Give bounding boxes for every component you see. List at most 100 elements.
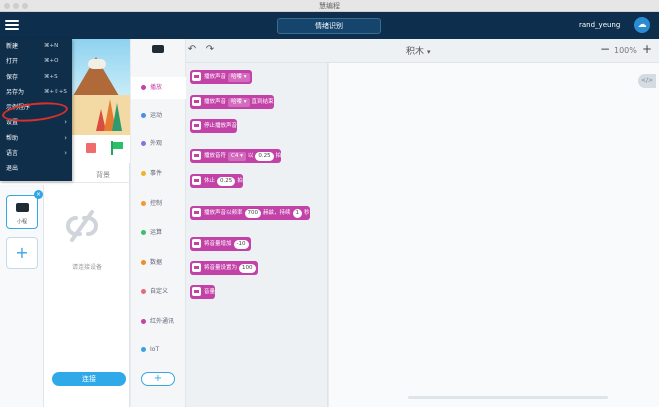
zoom-out-icon[interactable]: −	[600, 42, 610, 56]
window-title: 慧编程	[319, 2, 340, 10]
username-label[interactable]: rand_yeung	[579, 21, 620, 29]
code-block[interactable]: 将音量设置为 100	[190, 261, 258, 275]
category-label: 数据	[150, 259, 163, 266]
green-flag-icon[interactable]	[110, 141, 124, 155]
category-item[interactable]: 运算	[131, 222, 186, 244]
category-label: 控制	[150, 200, 163, 207]
block-number-input[interactable]: 0.25	[217, 176, 236, 186]
block-text: 将音量增加	[204, 241, 232, 247]
device-card[interactable]: 小程	[6, 195, 38, 229]
block-number-input[interactable]: 100	[239, 263, 256, 273]
category-item[interactable]: 自定义	[131, 281, 186, 303]
file-menu-item[interactable]: 帮助 ›	[0, 131, 72, 146]
block-number-input[interactable]: 700	[244, 208, 262, 218]
file-menu-item-label: 打开	[6, 58, 19, 66]
block-categories: + 播放运动外观事件控制运算数据自定义红外通讯 IoT	[131, 39, 186, 407]
zoom-in-icon[interactable]: +	[642, 42, 652, 56]
speaker-icon	[192, 262, 201, 272]
category-dot-icon	[141, 319, 146, 324]
code-block[interactable]: 休止 0.25 拍	[190, 174, 243, 188]
category-item[interactable]: 事件	[131, 163, 186, 185]
category-item[interactable]: 红外通讯	[131, 311, 186, 333]
speaker-icon	[192, 238, 201, 248]
undo-icon[interactable]: ↶	[186, 44, 198, 56]
stop-icon[interactable]	[86, 143, 96, 153]
block-dropdown[interactable]: C4 ▾	[228, 151, 246, 161]
file-menu-item-label: 语言	[6, 150, 19, 158]
category-item[interactable]: 控制	[131, 193, 186, 215]
category-dot-icon	[141, 113, 146, 118]
stage-cloud	[88, 59, 106, 69]
code-block[interactable]: 播放声音以频率 700 赫兹，持续 1 秒	[190, 206, 310, 220]
file-menu-item[interactable]: 新建 ⌘+N	[0, 39, 72, 54]
file-menu-item[interactable]: 语言 ›	[0, 146, 72, 161]
code-block[interactable]: 播放声音 哈喽 ▾	[190, 70, 252, 84]
category-item[interactable]: IoT	[131, 339, 186, 361]
category-dot-icon	[141, 141, 146, 146]
add-extension-button[interactable]: +	[141, 372, 175, 386]
code-block[interactable]: 音量	[190, 285, 216, 299]
category-item[interactable]: 外观	[131, 133, 186, 155]
category-item[interactable]: 运动	[131, 105, 186, 127]
code-block[interactable]: 播放音符 C4 ▾ 以 0.25 拍	[190, 149, 282, 163]
category-item[interactable]: 数据	[131, 252, 186, 274]
category-item[interactable]: 播放	[131, 77, 186, 99]
chevron-right-icon: ›	[64, 118, 67, 127]
disconnected-link-icon	[66, 210, 98, 242]
category-dot-icon	[141, 289, 146, 294]
device-list: 小程 × +	[0, 185, 44, 407]
script-workspace[interactable]	[329, 63, 659, 407]
code-block[interactable]: 播放声音 哈喽 ▾ 直到结束	[190, 95, 274, 109]
speaker-icon	[192, 71, 201, 81]
block-number-input[interactable]: 0.25	[255, 151, 274, 161]
category-dot-icon	[141, 171, 146, 176]
category-label: 运算	[150, 229, 163, 236]
add-device-button[interactable]: +	[6, 237, 38, 269]
block-number-input[interactable]: -10	[233, 239, 249, 249]
category-dot-icon	[141, 347, 146, 352]
block-text: 拍	[275, 153, 282, 159]
cloud-icon[interactable]: ☁	[634, 17, 650, 33]
block-text: 播放声音以频率	[204, 210, 243, 216]
code-block[interactable]: 停止播放声音	[190, 119, 238, 133]
horizontal-scrollbar[interactable]	[408, 396, 608, 399]
block-text: 播放声音	[204, 74, 227, 80]
block-text: 赫兹，持续	[263, 210, 291, 216]
block-dropdown[interactable]: 哈喽 ▾	[228, 72, 250, 82]
project-name-field[interactable]: 情绪识别	[277, 18, 381, 34]
block-text: 以	[247, 153, 254, 159]
no-device-text: 请连接设备	[71, 264, 102, 271]
block-text: 直到结束	[251, 99, 274, 105]
shortcut-label: ⌘+O	[44, 58, 59, 65]
chevron-right-icon: ›	[64, 133, 67, 142]
block-text: 休止	[204, 178, 216, 184]
file-menu-item[interactable]: 另存为 ⌘+⇧+S	[0, 85, 72, 100]
app-header: 情绪识别 rand_yeung ☁	[0, 12, 659, 39]
redo-icon[interactable]: ↷	[204, 44, 216, 56]
code-block[interactable]: 将音量增加 -10	[190, 237, 251, 251]
hamburger-menu-icon[interactable]	[5, 18, 19, 32]
file-menu-item-label: 保存	[6, 73, 19, 81]
code-toggle-button[interactable]: </>	[638, 74, 656, 88]
file-menu-item[interactable]: 退出	[0, 161, 72, 176]
shortcut-label: ⌘+N	[44, 43, 59, 49]
category-label: 红外通讯	[150, 318, 175, 325]
block-dropdown[interactable]: 哈喽 ▾	[228, 97, 250, 107]
file-menu-item[interactable]: 保存 ⌘+S	[0, 70, 72, 85]
mode-select[interactable]: 积木 ▾	[406, 44, 431, 57]
block-text: 播放声音	[204, 99, 227, 105]
file-menu-item-label: 帮助	[6, 134, 19, 142]
connect-button[interactable]: 连接	[52, 372, 126, 386]
block-number-input[interactable]: 1	[292, 208, 303, 218]
close-icon[interactable]: ×	[34, 190, 43, 199]
category-dot-icon	[141, 230, 146, 235]
zoom-level: 100%	[614, 46, 637, 55]
category-label: 外观	[150, 140, 163, 147]
category-label: 播放	[150, 84, 163, 91]
shortcut-label: ⌘+S	[44, 73, 58, 80]
tab-background[interactable]: 背景	[96, 170, 110, 180]
file-menu-item[interactable]: 打开 ⌘+O	[0, 54, 72, 69]
block-text: 秒	[304, 210, 310, 216]
block-text: 音量	[204, 289, 216, 295]
file-menu-item-label: 另存为	[6, 88, 25, 96]
